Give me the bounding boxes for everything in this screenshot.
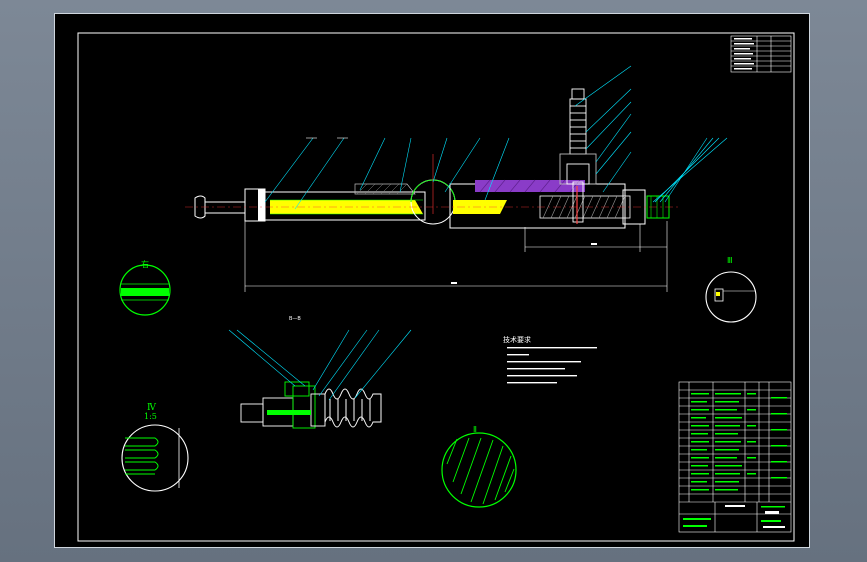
section-view-pinion xyxy=(240,381,326,429)
title-block-marks xyxy=(725,505,785,528)
detail-circle-iv xyxy=(121,424,189,492)
cad-drawing: 右 Ⅲ B—B 技术要求 Ⅳ 1:5 Ⅱ xyxy=(77,32,795,542)
tech-requirements-title: 技术要求 xyxy=(503,335,531,344)
dimensions xyxy=(244,221,668,292)
detail-circle-upper-left xyxy=(119,264,171,316)
tech-requirements-lines xyxy=(507,347,597,384)
section-view-boot xyxy=(324,388,382,428)
detail-circle-upper-right xyxy=(705,271,757,323)
inner-frame xyxy=(77,32,795,542)
detail-label-upper-right: Ⅲ xyxy=(727,256,733,265)
pinion-tower xyxy=(559,88,597,223)
revision-table-text xyxy=(734,38,754,70)
section-view-label: B—B xyxy=(289,316,301,322)
detail-scale-iv: 1:5 xyxy=(144,412,157,421)
drawing-sheet: 右 Ⅲ B—B 技术要求 Ⅳ 1:5 Ⅱ xyxy=(54,13,810,548)
detail-label-upper-left: 右 xyxy=(141,259,149,269)
rod-left xyxy=(204,201,246,214)
main-assembly xyxy=(185,88,680,229)
detail-circle-ii xyxy=(441,432,517,508)
leader-lines-section xyxy=(228,329,412,401)
